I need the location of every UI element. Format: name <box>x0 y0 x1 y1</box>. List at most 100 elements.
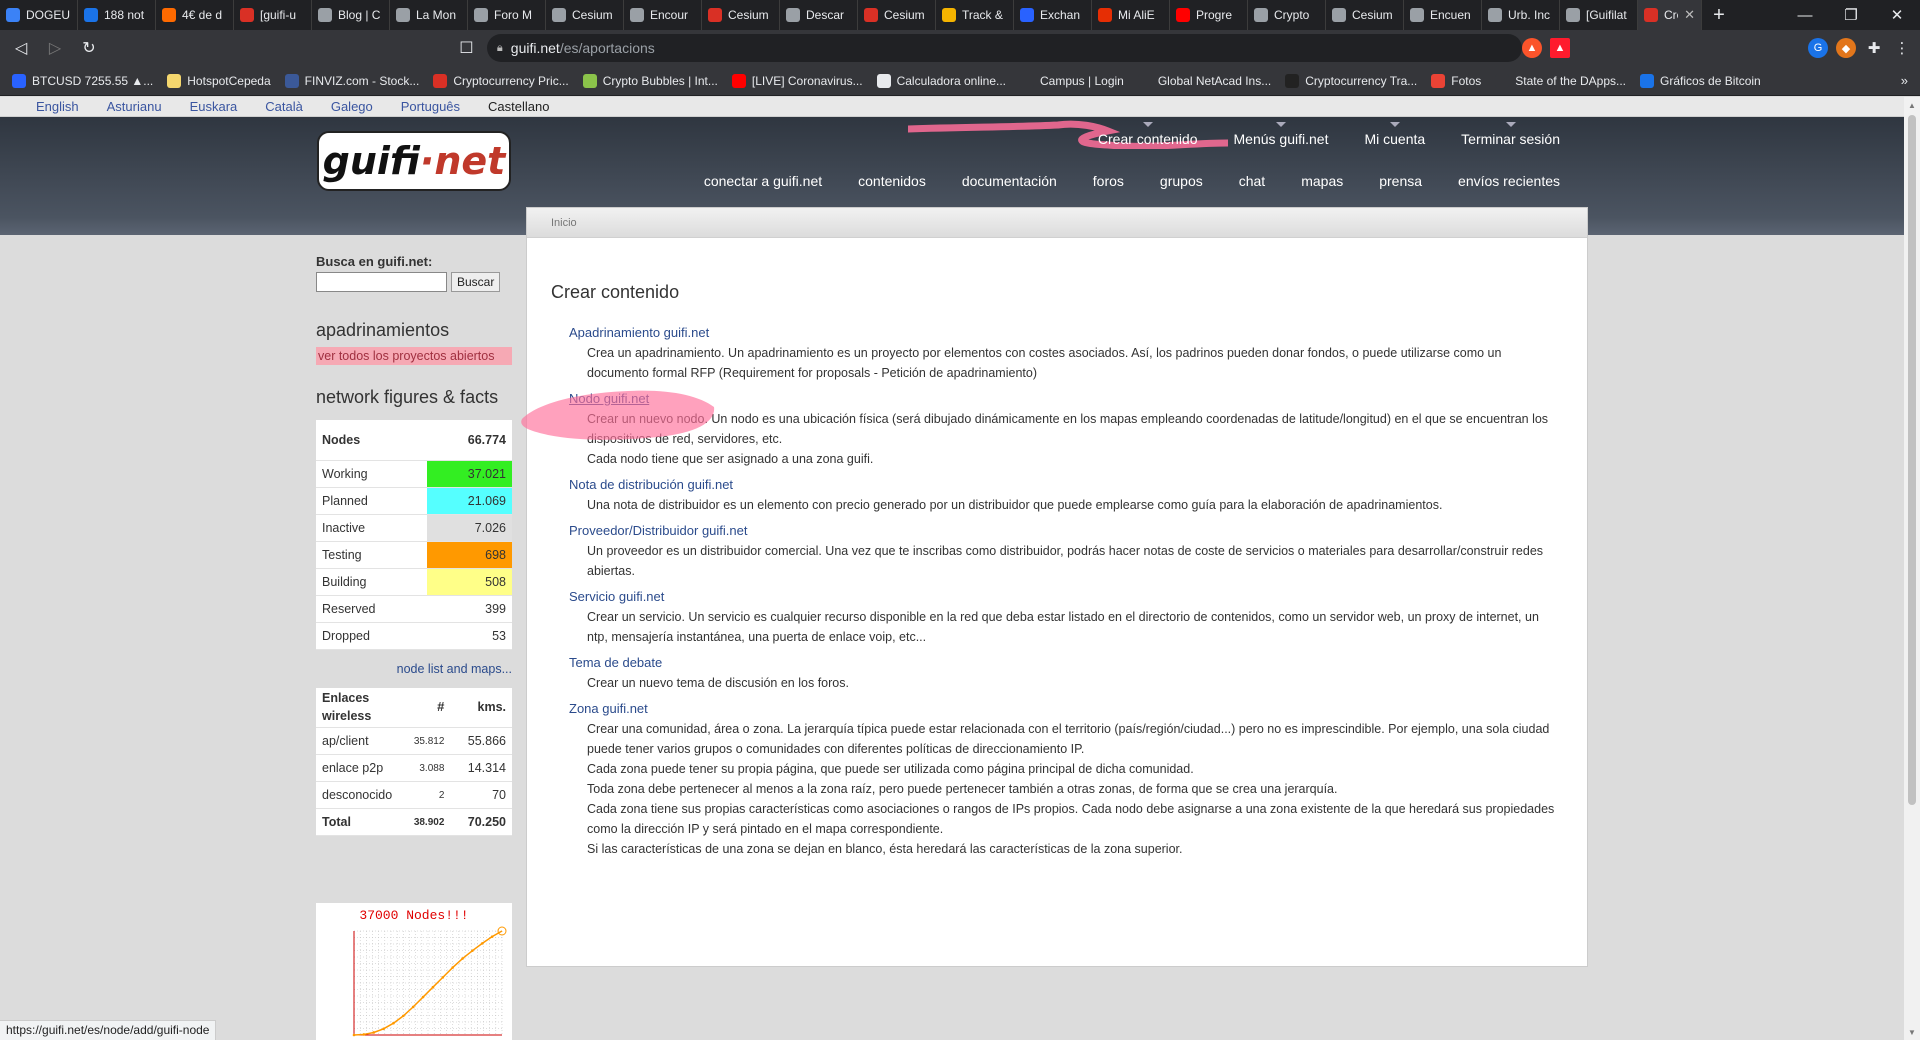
browser-tab[interactable]: Blog | C <box>312 0 390 30</box>
bookmark-item[interactable]: Cryptocurrency Tra... <box>1285 73 1417 88</box>
scroll-up-icon[interactable]: ▲ <box>1904 97 1920 113</box>
content-type-description: Crear una comunidad, área o zona. La jer… <box>569 719 1559 859</box>
content-type-link[interactable]: Zona guifi.net <box>569 701 648 716</box>
browser-tab[interactable]: 4€ de d <box>156 0 234 30</box>
new-tab-icon[interactable]: + <box>1702 0 1736 30</box>
tab-title: DOGEU <box>26 8 71 22</box>
bookmarks-overflow-icon[interactable]: » <box>1901 73 1908 88</box>
forward-icon[interactable]: ▷ <box>40 33 70 63</box>
brave-shield-icon[interactable]: ▲ <box>1522 38 1542 58</box>
bookmark-item[interactable]: Gráficos de Bitcoin <box>1640 73 1761 88</box>
browser-tab[interactable]: Urb. Inc <box>1482 0 1560 30</box>
browser-tab[interactable]: Encour <box>624 0 702 30</box>
browser-tab[interactable]: DOGEU <box>0 0 78 30</box>
scroll-down-icon[interactable]: ▼ <box>1904 1024 1920 1040</box>
bookmark-item[interactable]: Calculadora online... <box>876 73 1006 88</box>
minimize-icon[interactable]: — <box>1782 0 1828 30</box>
primary-nav-item[interactable]: mapas <box>1301 173 1343 189</box>
bookmark-item[interactable]: FINVIZ.com - Stock... <box>284 73 419 88</box>
language-link[interactable]: Asturianu <box>107 99 162 114</box>
browser-tab[interactable]: Cesium <box>702 0 780 30</box>
bookmark-item[interactable]: State of the DApps... <box>1495 73 1626 88</box>
content-type-link[interactable]: Nota de distribución guifi.net <box>569 477 733 492</box>
language-link[interactable]: Castellano <box>488 99 549 114</box>
chart-point <box>392 1021 395 1025</box>
browser-tab[interactable]: Foro M <box>468 0 546 30</box>
primary-nav-item[interactable]: foros <box>1093 173 1124 189</box>
browser-tab[interactable]: [guifi-u <box>234 0 312 30</box>
search-input[interactable] <box>316 272 447 292</box>
browser-tab[interactable]: Encuen <box>1404 0 1482 30</box>
primary-nav-item[interactable]: envíos recientes <box>1458 173 1560 189</box>
content-type-link[interactable]: Tema de debate <box>569 655 662 670</box>
tab-favicon-icon <box>318 8 332 22</box>
tab-favicon-icon <box>240 8 254 22</box>
browser-tab[interactable]: Cesium <box>858 0 936 30</box>
browser-tab[interactable]: Progre <box>1170 0 1248 30</box>
node-list-link[interactable]: node list and maps... <box>316 662 512 676</box>
scrollbar-thumb[interactable] <box>1908 115 1916 805</box>
chart-title: 37000 Nodes!!! <box>359 908 468 923</box>
content-type-link[interactable]: Proveedor/Distribuidor guifi.net <box>569 523 747 538</box>
content-type-link[interactable]: Apadrinamiento guifi.net <box>569 325 709 340</box>
more-menu-icon[interactable]: ⋮ <box>1892 38 1912 58</box>
primary-nav-item[interactable]: chat <box>1239 173 1265 189</box>
close-window-icon[interactable]: ✕ <box>1874 0 1920 30</box>
user-menu-item[interactable]: Mi cuenta <box>1364 122 1425 147</box>
browser-tab[interactable]: La Mon <box>390 0 468 30</box>
address-bar[interactable]: 🔒︎ guifi.net/es/aportacions <box>486 34 1522 62</box>
user-menu-item[interactable]: Menús guifi.net <box>1234 122 1328 147</box>
breadcrumb-home-link[interactable]: Inicio <box>551 217 577 229</box>
browser-tab[interactable]: Crea ✕ <box>1638 0 1702 30</box>
primary-nav-item[interactable]: documentación <box>962 173 1057 189</box>
tab-title: Encour <box>650 8 689 22</box>
bookmark-favicon-icon <box>1285 73 1300 88</box>
language-link[interactable]: Galego <box>331 99 373 114</box>
primary-nav-item[interactable]: grupos <box>1160 173 1203 189</box>
language-link[interactable]: Euskara <box>190 99 238 114</box>
user-menu-item[interactable]: Crear contenido <box>1098 122 1198 147</box>
bookmark-item[interactable]: Global NetAcad Ins... <box>1137 73 1272 88</box>
content-type-link[interactable]: Servicio guifi.net <box>569 589 664 604</box>
browser-tab[interactable]: Track & <box>936 0 1014 30</box>
primary-nav-item[interactable]: conectar a guifi.net <box>704 173 822 189</box>
reload-icon[interactable]: ↻ <box>74 33 104 63</box>
bookmark-item[interactable]: Fotos <box>1431 73 1481 88</box>
bookmark-item[interactable]: HotspotCepeda <box>167 73 271 88</box>
bookmark-label: Global NetAcad Ins... <box>1157 73 1272 88</box>
bookmark-item[interactable]: Crypto Bubbles | Int... <box>582 73 718 88</box>
guifi-logo[interactable]: guifi · net <box>317 131 511 191</box>
extensions-puzzle-icon[interactable]: ✚ <box>1864 38 1884 58</box>
primary-nav-item[interactable]: prensa <box>1379 173 1422 189</box>
translate-icon[interactable]: G <box>1808 38 1828 58</box>
primary-nav-item[interactable]: contenidos <box>858 173 926 189</box>
browser-tab[interactable]: Crypto <box>1248 0 1326 30</box>
browser-tab[interactable]: Cesium <box>546 0 624 30</box>
back-icon[interactable]: ◁ <box>6 33 36 63</box>
sponsor-projects-link[interactable]: ver todos los proyectos abiertos <box>316 347 512 365</box>
content-type-description: Crear un servicio. Un servicio es cualqu… <box>569 607 1559 647</box>
browser-tab[interactable]: Cesium <box>1326 0 1404 30</box>
metamask-icon[interactable]: ◆ <box>1836 38 1856 58</box>
tab-title: Foro M <box>494 8 533 22</box>
browser-tab[interactable]: Exchan <box>1014 0 1092 30</box>
language-link[interactable]: English <box>36 99 79 114</box>
search-button[interactable]: Buscar <box>451 272 501 292</box>
bookmark-icon[interactable]: ☐ <box>452 33 481 63</box>
restore-icon[interactable]: ❐ <box>1828 0 1874 30</box>
node-stat-row: Planned 21.069 <box>316 487 512 515</box>
bookmark-item[interactable]: [LIVE] Coronavirus... <box>731 73 863 88</box>
user-menu-item[interactable]: Terminar sesión <box>1461 122 1560 147</box>
language-link[interactable]: Català <box>265 99 303 114</box>
bookmark-item[interactable]: Campus | Login <box>1020 73 1124 88</box>
browser-tab[interactable]: Mi AliE <box>1092 0 1170 30</box>
rewards-icon[interactable]: ▲ <box>1550 38 1570 58</box>
bookmark-item[interactable]: BTCUSD 7255.55 ▲... <box>12 73 153 88</box>
browser-tab[interactable]: 188 not <box>78 0 156 30</box>
browser-tab[interactable]: Descar <box>780 0 858 30</box>
page-scrollbar[interactable]: ▲ ▼ <box>1904 97 1920 1040</box>
language-link[interactable]: Português <box>401 99 460 114</box>
browser-tab[interactable]: [Guifilat <box>1560 0 1638 30</box>
bookmark-item[interactable]: Cryptocurrency Pric... <box>433 73 569 88</box>
tab-close-icon[interactable]: ✕ <box>1684 7 1695 23</box>
